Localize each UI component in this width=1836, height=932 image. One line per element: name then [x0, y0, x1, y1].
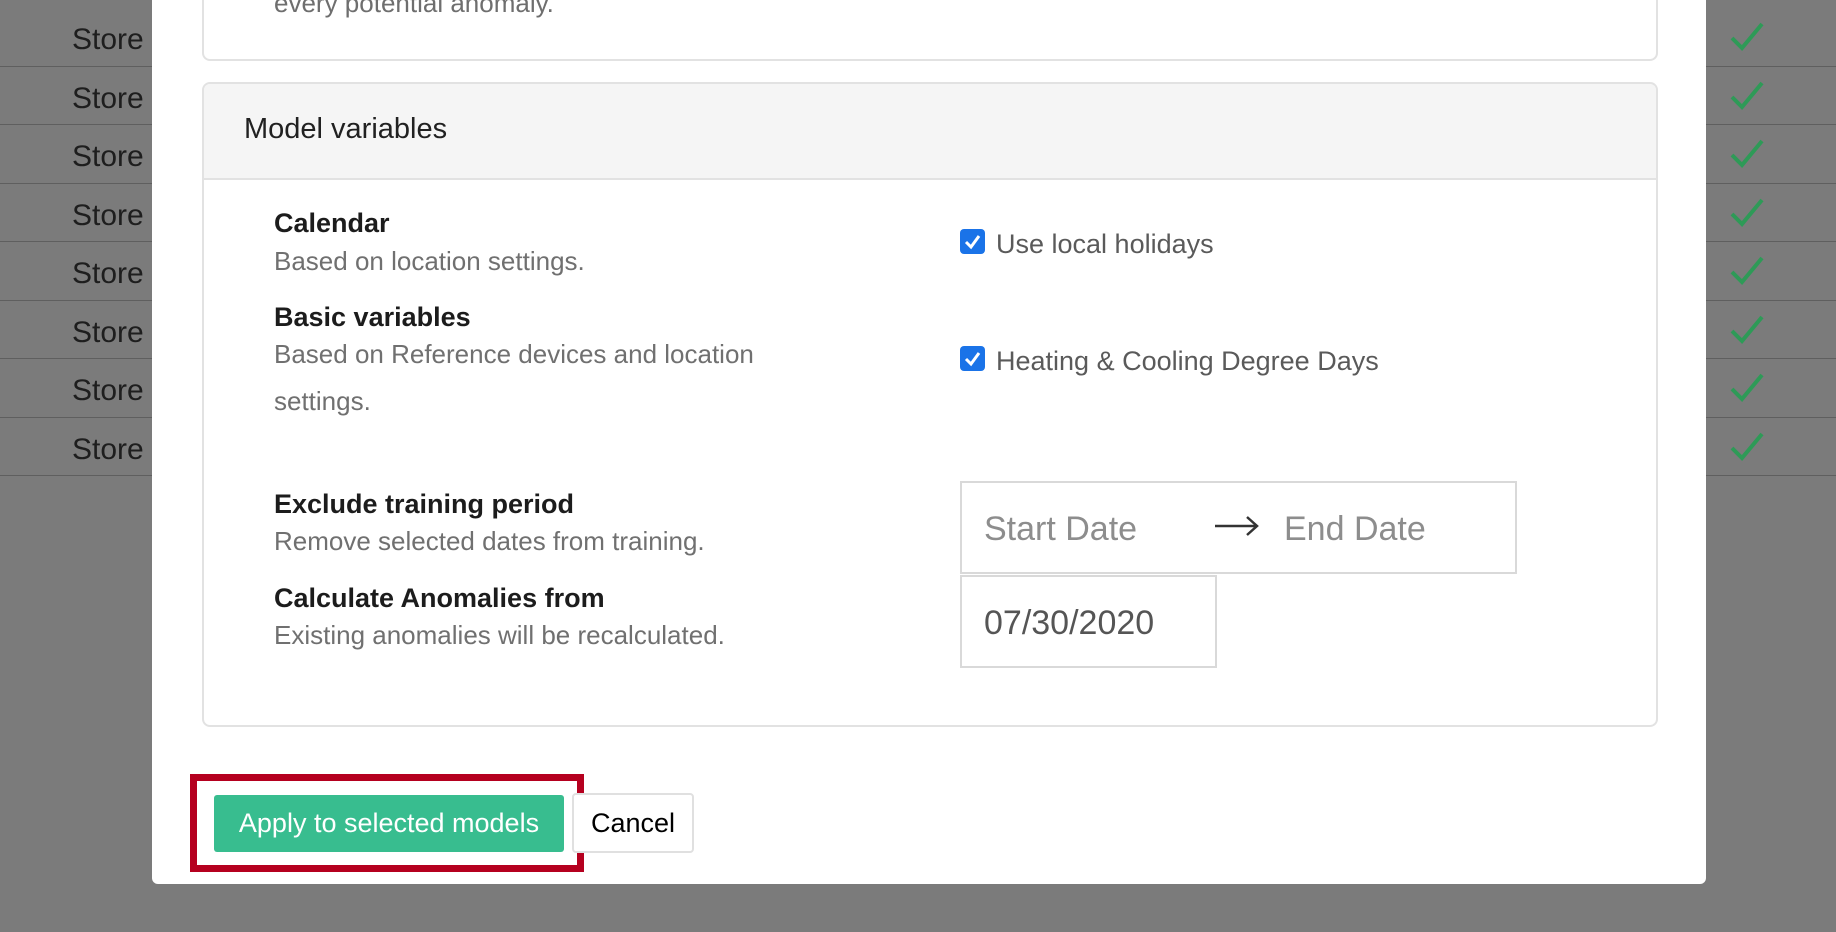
checkmark-icon — [1730, 139, 1764, 168]
exclude-training-description: Remove selected dates from training. — [274, 526, 705, 556]
card-header: Model variables — [204, 84, 1656, 180]
row-name: Store — [72, 198, 144, 232]
model-variables-card: Model variables Calendar Based on locati… — [202, 82, 1658, 727]
checkmark-icon — [1730, 315, 1764, 344]
calendar-description: Based on location settings. — [274, 246, 585, 276]
previous-settings-card: every potential anomaly. — [202, 0, 1658, 61]
training-date-range-picker[interactable]: Start Date End Date — [960, 481, 1517, 574]
card-title: Model variables — [244, 113, 448, 145]
arrow-right-icon — [1215, 516, 1259, 536]
basic-variables-description: Based on Reference devices and location … — [274, 339, 754, 416]
row-name: Store — [72, 23, 144, 56]
end-date-input[interactable]: End Date — [1284, 510, 1426, 549]
row-name: Store — [72, 432, 144, 466]
row-name: Store — [72, 81, 144, 115]
checkmark-icon — [1730, 432, 1764, 461]
checkmark-icon — [1730, 22, 1764, 51]
cancel-button[interactable]: Cancel — [572, 793, 694, 853]
calculate-from-date-input[interactable]: 07/30/2020 — [960, 575, 1217, 668]
checkmark-icon — [1730, 256, 1764, 285]
checkmark-icon — [1730, 198, 1764, 227]
row-name: Store — [72, 257, 144, 290]
calendar-title: Calendar — [274, 208, 390, 238]
use-local-holidays-checkbox[interactable] — [960, 229, 985, 254]
start-date-input[interactable]: Start Date — [984, 510, 1137, 549]
row-name: Store — [72, 374, 144, 407]
checkmark-icon — [1730, 81, 1764, 110]
exclude-training-title: Exclude training period — [274, 489, 575, 519]
model-settings-modal: every potential anomaly. Model variables… — [152, 0, 1706, 884]
calculate-anomalies-description: Existing anomalies will be recalculated. — [274, 620, 725, 650]
basic-variables-title: Basic variables — [274, 302, 471, 332]
previous-card-text: every potential anomaly. — [274, 0, 554, 18]
row-name: Store — [72, 140, 144, 173]
row-name: Store — [72, 315, 144, 349]
calculate-anomalies-title: Calculate Anomalies from — [274, 583, 605, 613]
checkmark-icon — [1730, 373, 1764, 402]
calculate-from-date-value: 07/30/2020 — [984, 604, 1155, 642]
heating-cooling-label[interactable]: Heating & Cooling Degree Days — [996, 346, 1379, 377]
apply-to-selected-models-button[interactable]: Apply to selected models — [214, 795, 564, 852]
checkmark-icon — [964, 352, 981, 367]
heating-cooling-checkbox[interactable] — [960, 346, 985, 371]
use-local-holidays-label[interactable]: Use local holidays — [996, 229, 1214, 260]
checkmark-icon — [964, 235, 981, 250]
